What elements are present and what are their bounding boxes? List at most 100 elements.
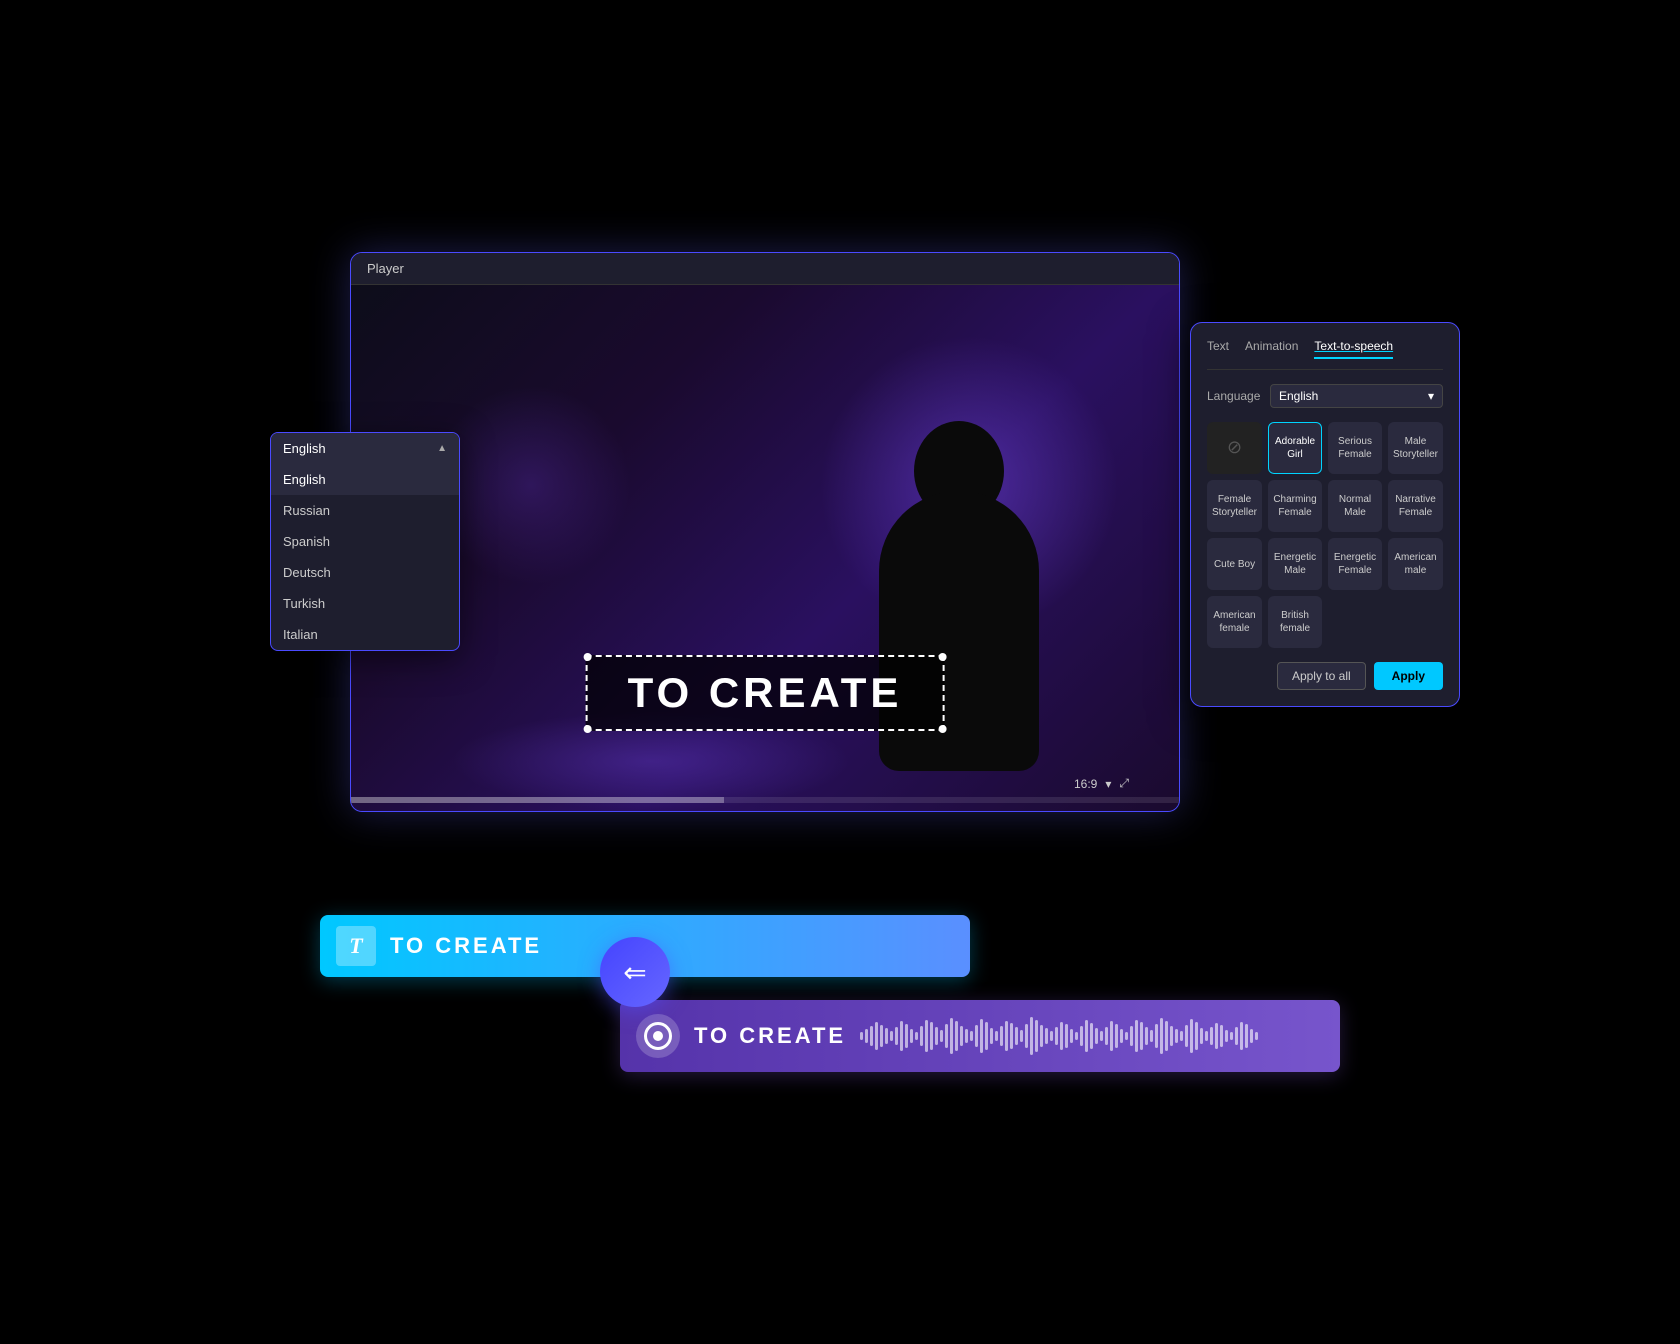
waveform-bar bbox=[1240, 1022, 1243, 1050]
waveform-bar bbox=[1090, 1023, 1093, 1049]
waveform-bar bbox=[1075, 1032, 1078, 1040]
apply-all-button[interactable]: Apply to all bbox=[1277, 662, 1366, 690]
tab-text-to-speech[interactable]: Text-to-speech bbox=[1314, 339, 1393, 359]
language-dropdown[interactable]: English ▲ English Russian Spanish Deutsc… bbox=[270, 432, 460, 651]
waveform-bar bbox=[1235, 1027, 1238, 1045]
waveform-bar bbox=[900, 1021, 903, 1051]
language-select-arrow: ▾ bbox=[1428, 389, 1434, 403]
voice-card-narrative-female[interactable]: Narrative Female bbox=[1388, 480, 1443, 532]
waveform-bar bbox=[1100, 1031, 1103, 1041]
player-ratio: 16:9 ▾ ⤢ bbox=[1074, 776, 1129, 791]
waveform-bar bbox=[875, 1022, 878, 1050]
waveform-bar bbox=[1025, 1024, 1028, 1048]
waveform-bar bbox=[860, 1032, 863, 1040]
waveform-bar bbox=[990, 1028, 993, 1044]
dropdown-item-spanish[interactable]: Spanish bbox=[271, 526, 459, 557]
waveform-bar bbox=[1175, 1029, 1178, 1043]
voice-card-normal-male[interactable]: Normal Male bbox=[1328, 480, 1382, 532]
text-overlay-content: TO CREATE bbox=[628, 669, 903, 716]
fullscreen-icon[interactable]: ⤢ bbox=[1119, 776, 1129, 791]
waveform-bar bbox=[1220, 1025, 1223, 1047]
waveform-bar bbox=[1170, 1026, 1173, 1046]
waveform-bar bbox=[1110, 1021, 1113, 1051]
dropdown-item-russian[interactable]: Russian bbox=[271, 495, 459, 526]
waveform-bar bbox=[1185, 1025, 1188, 1047]
waveform-bar bbox=[1055, 1027, 1058, 1045]
voice-grid-spacer2 bbox=[1388, 596, 1443, 648]
tab-animation[interactable]: Animation bbox=[1245, 339, 1298, 359]
apply-button[interactable]: Apply bbox=[1374, 662, 1443, 690]
waveform-bar bbox=[1085, 1020, 1088, 1052]
voice-card-american-male[interactable]: American male bbox=[1388, 538, 1443, 590]
waveform-bar bbox=[905, 1024, 908, 1048]
waveform-bar bbox=[985, 1022, 988, 1050]
voice-grid: ⊘ Adorable Girl Serious Female Male Stor… bbox=[1207, 422, 1443, 648]
waveform-bar bbox=[960, 1026, 963, 1046]
dropdown-selected-value: English bbox=[283, 441, 326, 456]
voice-card-energetic-male[interactable]: Energetic Male bbox=[1268, 538, 1322, 590]
waveform-bar bbox=[1135, 1020, 1138, 1052]
waveform-bar bbox=[1115, 1024, 1118, 1048]
voice-card-charming-female[interactable]: Charming Female bbox=[1268, 480, 1322, 532]
player-timeline-fill bbox=[351, 797, 724, 803]
waveform-bar bbox=[1080, 1026, 1083, 1046]
dropdown-item-deutsch[interactable]: Deutsch bbox=[271, 557, 459, 588]
language-label: Language bbox=[1207, 389, 1262, 403]
waveform-bar bbox=[950, 1018, 953, 1054]
waveform-bar bbox=[1215, 1023, 1218, 1049]
dropdown-arrow-icon: ▲ bbox=[437, 443, 447, 454]
dropdown-item-english[interactable]: English bbox=[271, 464, 459, 495]
player-window: Player TO CREATE bbox=[350, 252, 1180, 812]
voice-card-none[interactable]: ⊘ bbox=[1207, 422, 1262, 474]
waveform-bar bbox=[870, 1026, 873, 1046]
waveform-bar bbox=[880, 1025, 883, 1047]
voice-card-energetic-female[interactable]: Energetic Female bbox=[1328, 538, 1382, 590]
waveform-bar bbox=[1130, 1026, 1133, 1046]
tts-panel: Text Animation Text-to-speech Language E… bbox=[1190, 322, 1460, 707]
ratio-chevron: ▾ bbox=[1105, 777, 1111, 791]
no-voice-icon: ⊘ bbox=[1227, 436, 1242, 459]
video-glow-left bbox=[431, 385, 631, 585]
waveform-bar bbox=[1140, 1022, 1143, 1050]
language-select[interactable]: English ▾ bbox=[1270, 384, 1443, 408]
audio-track-icon bbox=[636, 1014, 680, 1058]
waveform-bar bbox=[1195, 1022, 1198, 1050]
ratio-value: 16:9 bbox=[1074, 777, 1097, 791]
audio-waveform bbox=[860, 1016, 1324, 1056]
voice-card-american-female[interactable]: American female bbox=[1207, 596, 1262, 648]
player-titlebar: Player bbox=[351, 253, 1179, 285]
waveform-bar bbox=[1000, 1026, 1003, 1046]
player-title: Player bbox=[367, 261, 404, 276]
waveform-bar bbox=[975, 1025, 978, 1047]
voice-card-female-storyteller[interactable]: Female Storyteller bbox=[1207, 480, 1262, 532]
waveform-bar bbox=[1005, 1021, 1008, 1051]
dropdown-item-turkish[interactable]: Turkish bbox=[271, 588, 459, 619]
player-timeline[interactable] bbox=[351, 797, 1179, 803]
waveform-bar bbox=[945, 1024, 948, 1048]
corner-br bbox=[938, 725, 946, 733]
tts-language-row: Language English ▾ bbox=[1207, 384, 1443, 408]
waveform-bar bbox=[925, 1020, 928, 1052]
waveform-bar bbox=[1150, 1030, 1153, 1042]
waveform-bar bbox=[1145, 1027, 1148, 1045]
voice-card-serious-female[interactable]: Serious Female bbox=[1328, 422, 1382, 474]
waveform-bar bbox=[1035, 1020, 1038, 1052]
voice-card-adorable-girl[interactable]: Adorable Girl bbox=[1268, 422, 1322, 474]
waveform-bar bbox=[865, 1029, 868, 1043]
dropdown-item-italian[interactable]: Italian bbox=[271, 619, 459, 650]
waveform-bar bbox=[995, 1031, 998, 1041]
voice-card-cute-boy[interactable]: Cute Boy bbox=[1207, 538, 1262, 590]
convert-button[interactable]: ⇐ bbox=[600, 937, 670, 1007]
tab-text[interactable]: Text bbox=[1207, 339, 1229, 359]
voice-card-male-storyteller[interactable]: Male Storyteller bbox=[1388, 422, 1443, 474]
waveform-bar bbox=[1245, 1024, 1248, 1048]
waveform-bar bbox=[930, 1022, 933, 1050]
waveform-bar bbox=[1010, 1023, 1013, 1049]
waveform-bar bbox=[915, 1032, 918, 1040]
voice-card-british-female[interactable]: British female bbox=[1268, 596, 1322, 648]
waveform-bar bbox=[1125, 1032, 1128, 1040]
waveform-bar bbox=[1200, 1028, 1203, 1044]
waveform-bar bbox=[1165, 1021, 1168, 1051]
dropdown-header[interactable]: English ▲ bbox=[271, 433, 459, 464]
text-overlay-box[interactable]: TO CREATE bbox=[586, 655, 945, 731]
